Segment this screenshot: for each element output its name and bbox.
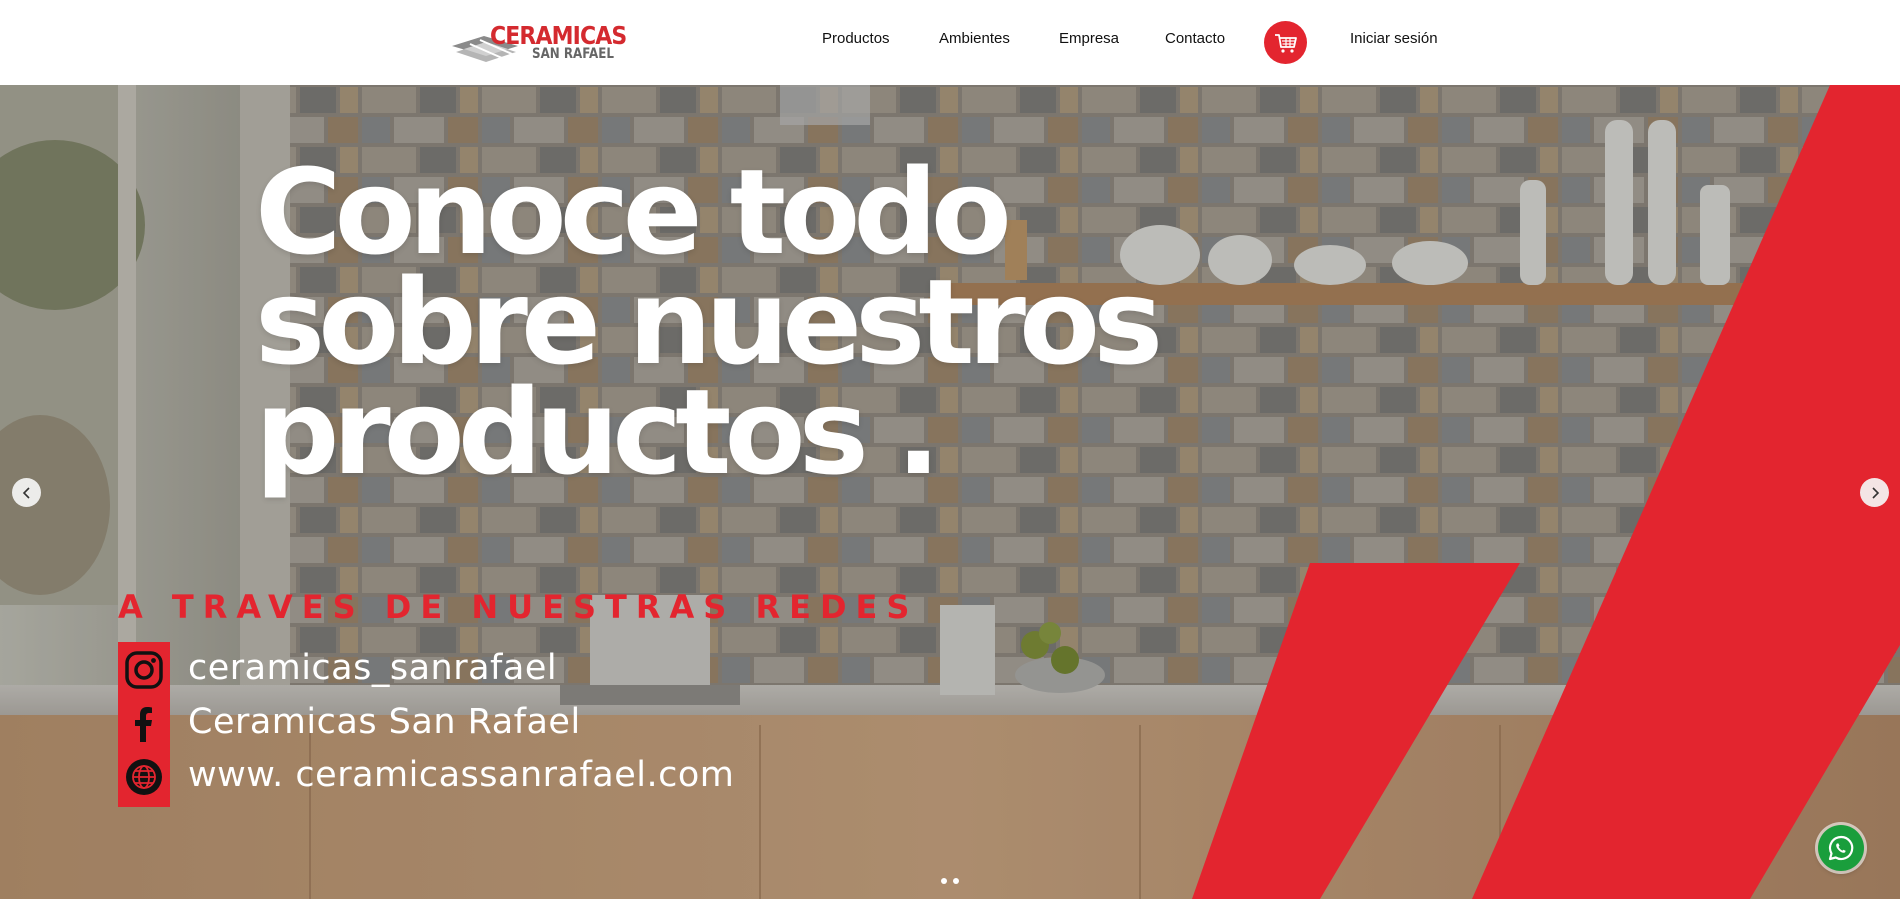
whatsapp-icon	[1828, 835, 1854, 861]
site-header: CERAMICAS SAN RAFAEL Productos Ambientes…	[0, 0, 1900, 85]
slider-dot-1[interactable]	[941, 878, 947, 884]
cart-button[interactable]	[1264, 21, 1307, 64]
hero-subheading: A TRAVES DE NUESTRAS REDES	[118, 588, 919, 626]
chevron-right-icon	[1871, 486, 1879, 499]
nav-contacto[interactable]: Contacto	[1165, 30, 1225, 47]
nav-empresa[interactable]: Empresa	[1059, 30, 1119, 47]
headline-line-1: Conoce todo	[255, 143, 1012, 281]
slider-prev-button[interactable]	[12, 478, 41, 507]
slider-dots	[941, 878, 959, 884]
instagram-icon	[122, 648, 166, 692]
shopping-cart-icon	[1274, 33, 1297, 53]
social-icon-bar	[118, 642, 170, 807]
social-text-website: www. ceramicassanrafael.com	[188, 755, 735, 795]
whatsapp-button[interactable]	[1818, 825, 1864, 871]
headline-line-2: sobre nuestros	[255, 253, 1163, 391]
hero-headline: Conoce todo sobre nuestros productos .	[255, 143, 1163, 501]
brand-name-line2: SAN RAFAEL	[532, 46, 614, 62]
hero-slider: Conoce todo sobre nuestros productos . A…	[0, 85, 1900, 899]
slider-dot-2[interactable]	[953, 878, 959, 884]
social-text-facebook: Ceramicas San Rafael	[188, 702, 581, 742]
globe-icon	[122, 755, 166, 799]
slider-next-button[interactable]	[1860, 478, 1889, 507]
brand-logo[interactable]: CERAMICAS SAN RAFAEL	[450, 22, 627, 66]
headline-line-3: productos .	[255, 363, 941, 501]
nav-productos[interactable]: Productos	[822, 30, 890, 47]
login-link[interactable]: Iniciar sesión	[1350, 30, 1438, 47]
chevron-left-icon	[22, 486, 30, 499]
social-text-instagram: ceramicas_sanrafael	[188, 648, 558, 688]
brand-name-line1: CERAMICAS	[490, 21, 627, 50]
nav-ambientes[interactable]: Ambientes	[939, 30, 1010, 47]
facebook-icon	[122, 702, 166, 746]
